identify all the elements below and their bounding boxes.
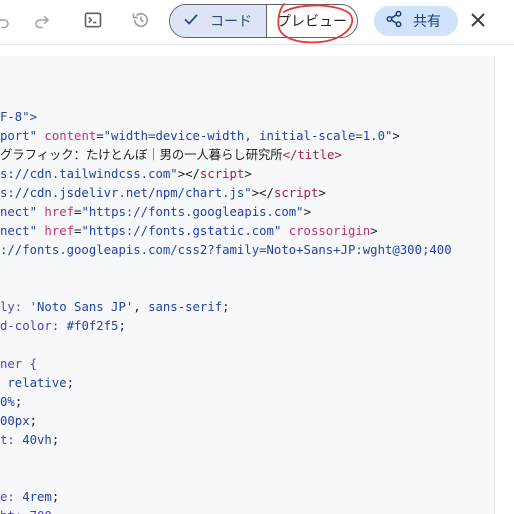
code-line: 0%; [0, 393, 22, 412]
code-line: ly: 'Noto Sans JP', sans-serif; [0, 298, 230, 317]
code-token: ://fonts.googleapis.com/css2?family=Noto… [0, 243, 452, 257]
code-token: ; [118, 319, 126, 333]
code-tab-label: コード [210, 14, 252, 30]
code-token: "width=device-width, initial-scale=1.0" [103, 129, 393, 143]
redo-icon[interactable] [30, 8, 54, 32]
close-icon[interactable] [468, 10, 488, 30]
code-token: #f0f2f5 [66, 319, 119, 333]
code-line: relative; [0, 374, 74, 393]
code-token: port" [0, 129, 45, 143]
code-line: nect" href="https://fonts.googleapis.com… [0, 203, 311, 222]
history-icon[interactable] [129, 8, 153, 32]
code-token: sans-serif [148, 300, 223, 314]
code-token: 'Noto Sans JP' [29, 300, 134, 314]
code-token: d-color: [0, 319, 67, 333]
code-token: nect" [0, 224, 45, 238]
code-token: s://cdn.jsdelivr.net/npm/chart.js" [0, 186, 252, 200]
code-token: グラフィック：たけとんぼ｜男の一人暮らし研究所 [0, 148, 283, 162]
code-line: s://cdn.jsdelivr.net/npm/chart.js"></scr… [0, 184, 326, 203]
code-line: e: 4rem; [0, 488, 59, 507]
check-icon [182, 10, 200, 32]
code-token: ></ [177, 167, 200, 181]
code-token: href [44, 224, 75, 238]
code-token: ; [222, 300, 230, 314]
code-token: relative [0, 376, 67, 390]
code-token: crossorigin [288, 224, 371, 238]
code-token: ; [51, 490, 60, 504]
terminal-icon[interactable] [81, 8, 105, 32]
preview-tab[interactable]: プレビュー [267, 5, 357, 37]
code-line: d-color: #f0f2f5; [0, 317, 126, 336]
code-line: ner { [0, 355, 37, 374]
code-line: t: 40vh; [0, 431, 59, 450]
code-line: s://cdn.tailwindcss.com"></script> [0, 165, 252, 184]
code-token: ; [51, 433, 60, 447]
undo-icon[interactable] [0, 8, 14, 32]
code-token: > [392, 129, 400, 143]
code-token: script [199, 167, 245, 181]
code-line: ://fonts.googleapis.com/css2?family=Noto… [0, 241, 452, 260]
code-token: ht: 700 [0, 509, 52, 514]
scrollbar[interactable] [494, 56, 514, 514]
code-token: ; [14, 395, 23, 409]
code-token: ; [29, 414, 38, 428]
share-button[interactable]: 共有 [374, 6, 458, 36]
code-line: ht: 700 [0, 507, 52, 514]
code-token: > [303, 205, 311, 219]
preview-tab-label: プレビュー [277, 14, 347, 30]
code-token: script [273, 186, 319, 200]
code-editor[interactable]: F-8"> port" content="width=device-width, … [0, 56, 494, 514]
code-token: nect" [0, 205, 45, 219]
code-token: ly: [0, 300, 30, 314]
code-token: F-8"> [0, 110, 38, 124]
code-token: e: [0, 490, 23, 504]
code-token: href [44, 205, 75, 219]
preview-toolbar: コード プレビュー 共有 [0, 0, 514, 45]
code-line: 00px; [0, 412, 37, 431]
code-token: </title> [282, 148, 342, 162]
code-line: nect" href="https://fonts.gstatic.com" c… [0, 222, 378, 241]
code-line: F-8"> [0, 108, 37, 127]
code-token: , [133, 300, 149, 314]
code-token: "https://fonts.gstatic.com" [81, 224, 289, 238]
code-token: > [370, 224, 378, 238]
code-token: 0% [0, 395, 15, 409]
code-line: port" content="width=device-width, initi… [0, 127, 400, 146]
code-token: ; [66, 376, 75, 390]
code-token: t: [0, 433, 23, 447]
code-token: "https://fonts.googleapis.com" [81, 205, 304, 219]
code-token: content [44, 129, 97, 143]
code-token: 4rem [22, 490, 52, 504]
code-line: グラフィック：たけとんぼ｜男の一人暮らし研究所</title> [0, 146, 342, 165]
code-token: ner { [0, 357, 38, 371]
view-toggle: コード プレビュー [169, 4, 358, 38]
share-label: 共有 [413, 14, 441, 30]
code-token: ></ [251, 186, 274, 200]
code-token: = [96, 129, 104, 143]
code-token: 40vh [22, 433, 52, 447]
code-token: > [318, 186, 326, 200]
code-tab[interactable]: コード [170, 5, 267, 37]
code-token: > [244, 167, 252, 181]
code-token: s://cdn.tailwindcss.com" [0, 167, 178, 181]
code-token: 00px [0, 414, 30, 428]
share-icon [385, 10, 403, 32]
